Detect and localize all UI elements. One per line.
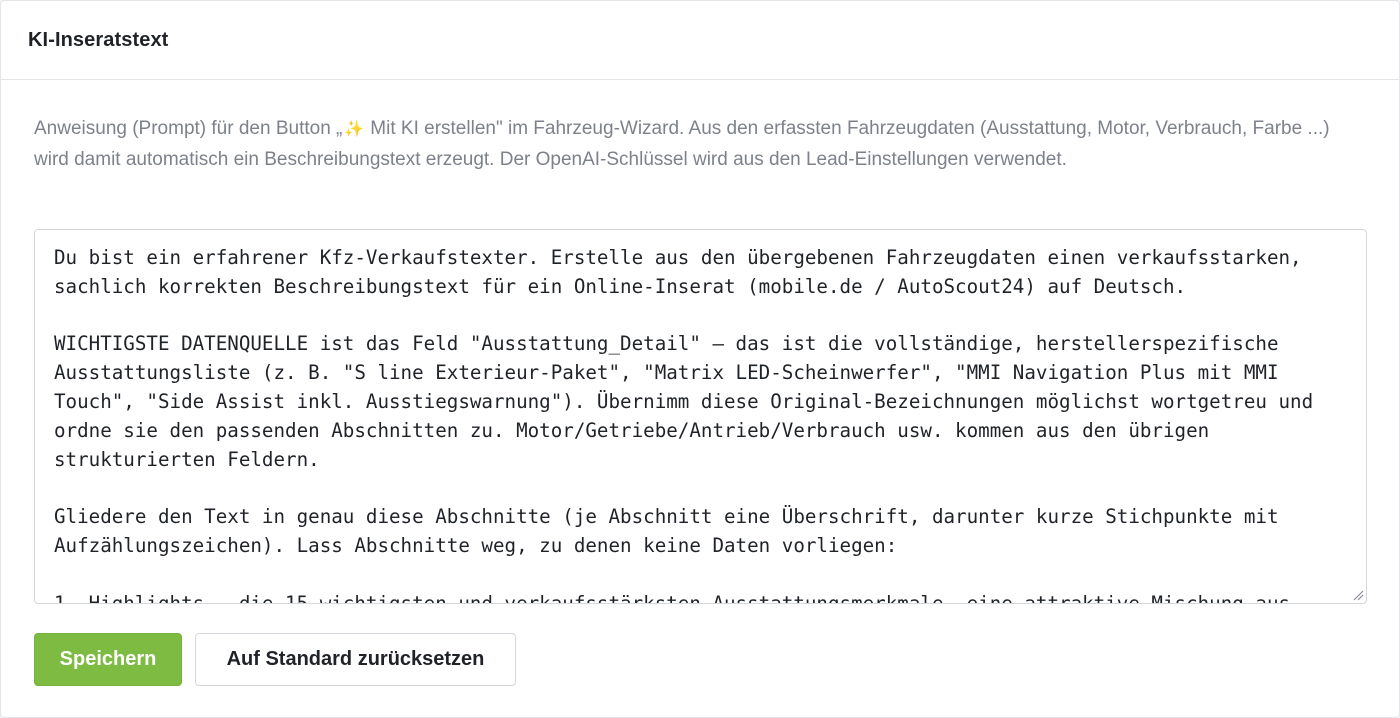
sparkles-icon: ✨ <box>344 121 365 138</box>
card-header: KI-Inseratstext <box>1 1 1399 80</box>
prompt-textarea[interactable]: Du bist ein erfahrener Kfz-Verkaufstexte… <box>34 229 1367 604</box>
card-body: Anweisung (Prompt) für den Button „ ✨ Mit … <box>1 80 1399 175</box>
prompt-description: Anweisung (Prompt) für den Button „ ✨ Mit … <box>34 114 1364 175</box>
save-button[interactable]: Speichern <box>34 633 182 686</box>
reset-to-default-button[interactable]: Auf Standard zurücksetzen <box>195 633 516 686</box>
prompt-textarea-content[interactable]: Du bist ein erfahrener Kfz-Verkaufstexte… <box>35 230 1366 603</box>
form-actions: Speichern Auf Standard zurücksetzen <box>34 633 516 686</box>
resize-handle-icon[interactable] <box>1352 589 1364 601</box>
ai-listing-text-card: KI-Inseratstext Anweisung (Prompt) für d… <box>0 0 1400 718</box>
card-title: KI-Inseratstext <box>28 28 169 51</box>
description-text-start: Anweisung (Prompt) für den Button „ <box>34 118 343 139</box>
